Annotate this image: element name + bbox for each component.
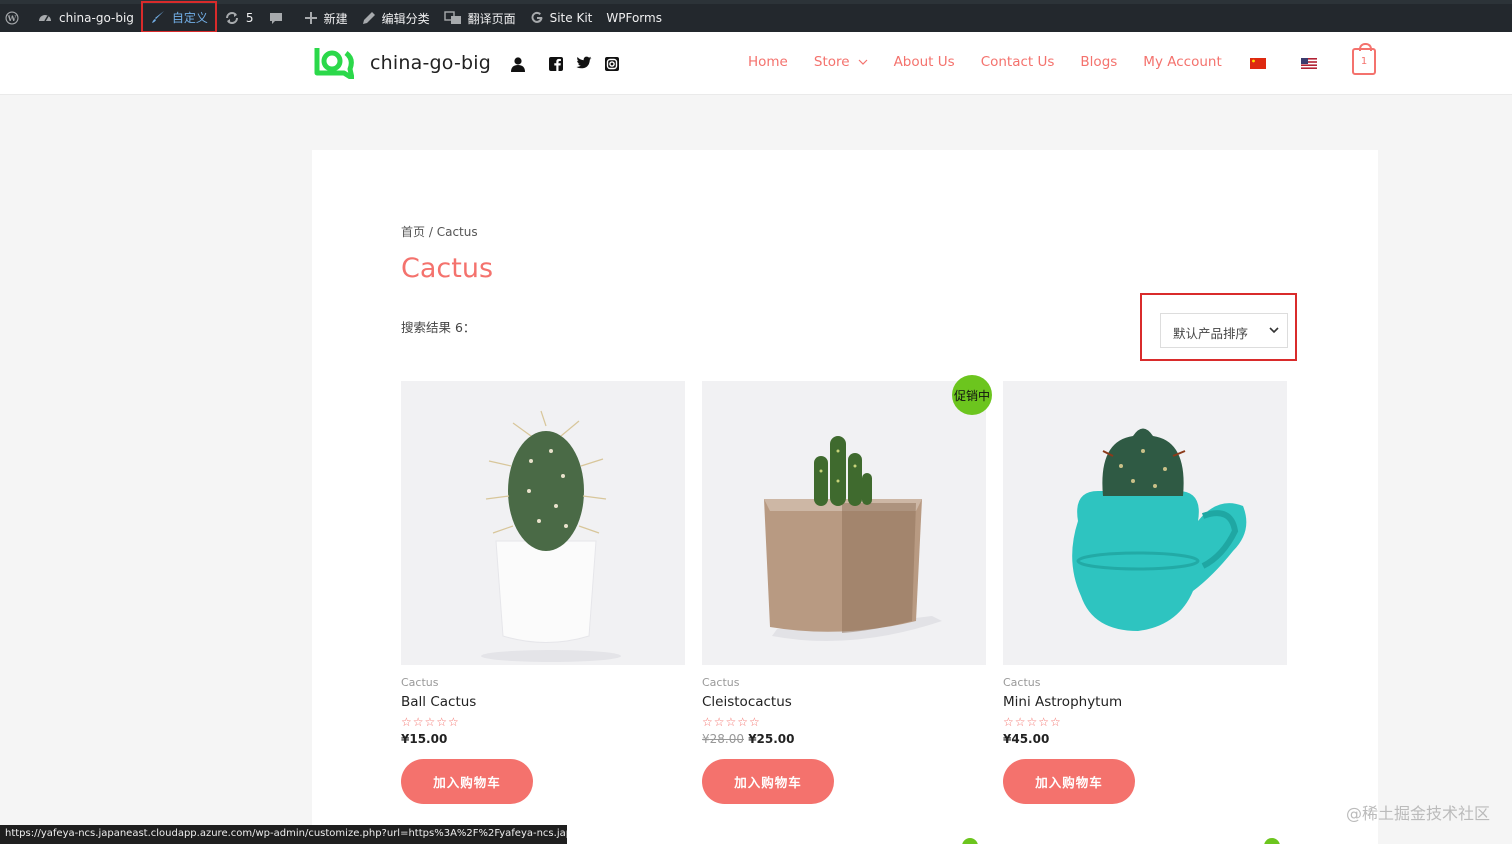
admin-updates-count: 5 xyxy=(245,11,254,25)
admin-customize-link[interactable]: 自定义 xyxy=(140,1,217,33)
translate-icon xyxy=(443,11,461,24)
pencil-icon xyxy=(362,12,375,24)
twitter-icon[interactable] xyxy=(576,56,592,70)
admin-new-label: 新建 xyxy=(323,11,348,26)
chevron-down-icon xyxy=(858,59,867,65)
chevron-down-icon xyxy=(1269,327,1279,334)
dashboard-icon xyxy=(39,15,51,22)
product-category[interactable]: Cactus xyxy=(1003,676,1287,689)
nav-home[interactable]: Home xyxy=(748,54,788,70)
add-to-cart-button[interactable]: 加入购物车 xyxy=(702,759,834,804)
admin-customize-label: 自定义 xyxy=(171,10,208,25)
admin-edit-category-link[interactable]: 编辑分类 xyxy=(355,4,437,32)
site-title[interactable]: china-go-big xyxy=(370,52,491,74)
china-flag-icon[interactable] xyxy=(1250,58,1266,69)
breadcrumb-current: Cactus xyxy=(436,225,478,239)
watermark: @稀土掘金技术社区 xyxy=(1345,804,1490,823)
admin-bar: W china-go-big 自定义 5 新建 编辑分类 翻译页面 Site K… xyxy=(0,0,1512,33)
site-logo[interactable] xyxy=(314,45,354,79)
nav-my-account[interactable]: My Account xyxy=(1143,54,1221,70)
product-card: Cactus Cleistocactus ☆☆☆☆☆ ¥28.00 ¥25.00… xyxy=(702,381,986,804)
wordpress-logo-icon[interactable]: W xyxy=(0,4,30,32)
admin-wpforms-label: WPForms xyxy=(606,11,662,25)
admin-site-label: china-go-big xyxy=(59,11,134,25)
product-name[interactable]: Mini Astrophytum xyxy=(1003,694,1287,710)
product-name[interactable]: Ball Cactus xyxy=(401,694,685,710)
cart-button[interactable]: 1 xyxy=(1352,43,1376,75)
breadcrumb-separator: / xyxy=(428,225,433,239)
product-image[interactable] xyxy=(702,381,986,665)
svg-text:W: W xyxy=(7,14,17,23)
product-name[interactable]: Cleistocactus xyxy=(702,694,986,710)
admin-edit-category-label: 编辑分类 xyxy=(381,11,430,26)
admin-site-link[interactable]: china-go-big xyxy=(30,4,141,32)
product-card: Cactus Ball Cactus ☆☆☆☆☆ ¥15.00 加入购物车 xyxy=(401,381,685,804)
browser-status-bar: https://yafeya-ncs.japaneast.cloudapp.az… xyxy=(0,825,567,844)
price-current: ¥45.00 xyxy=(1003,732,1050,746)
result-count: 搜索结果 6： xyxy=(401,320,476,335)
breadcrumb-home[interactable]: 首页 xyxy=(401,225,425,239)
nav-store[interactable]: Store xyxy=(814,54,868,70)
product-category[interactable]: Cactus xyxy=(401,676,685,689)
admin-comments-link[interactable] xyxy=(261,4,297,32)
product-price: ¥45.00 xyxy=(1003,732,1287,746)
price-original: ¥28.00 xyxy=(702,732,744,746)
product-rating: ☆☆☆☆☆ xyxy=(702,715,761,729)
plus-icon xyxy=(304,12,317,24)
user-icon[interactable] xyxy=(510,56,526,72)
nav-contact[interactable]: Contact Us xyxy=(981,54,1055,70)
nav-store-label: Store xyxy=(813,54,850,70)
refresh-icon xyxy=(225,12,238,24)
main-content: 首页 / Cactus Cactus 搜索结果 6： 默认产品排序 Cactus… xyxy=(312,150,1378,844)
comment-icon xyxy=(269,13,282,24)
product-image[interactable] xyxy=(1003,381,1287,665)
nav-blogs[interactable]: Blogs xyxy=(1080,54,1117,70)
cart-count: 1 xyxy=(1360,56,1368,67)
site-header: china-go-big Home Store About Us Contact… xyxy=(0,32,1512,95)
page-title: Cactus xyxy=(401,253,494,284)
instagram-icon[interactable] xyxy=(604,56,620,72)
brush-icon xyxy=(151,11,164,23)
product-rating: ☆☆☆☆☆ xyxy=(401,715,460,729)
admin-sitekit-label: Site Kit xyxy=(549,11,593,25)
product-price: ¥28.00 ¥25.00 xyxy=(702,732,986,746)
social-icons xyxy=(510,56,620,72)
add-to-cart-button[interactable]: 加入购物车 xyxy=(401,759,533,804)
admin-updates-link[interactable]: 5 xyxy=(217,4,261,32)
product-card: Cactus Mini Astrophytum ☆☆☆☆☆ ¥45.00 加入购… xyxy=(1003,381,1287,804)
price-current: ¥15.00 xyxy=(401,732,448,746)
sort-select[interactable]: 默认产品排序 xyxy=(1160,313,1288,348)
admin-new-link[interactable]: 新建 xyxy=(297,4,355,32)
admin-translate-link[interactable]: 翻译页面 xyxy=(437,4,523,32)
main-nav: Home Store About Us Contact Us Blogs My … xyxy=(748,54,1248,70)
facebook-icon[interactable] xyxy=(548,56,564,72)
admin-translate-label: 翻译页面 xyxy=(467,11,516,26)
breadcrumb: 首页 / Cactus xyxy=(401,223,478,240)
google-g-icon xyxy=(531,11,543,23)
product-price: ¥15.00 xyxy=(401,732,685,746)
sort-selected-label: 默认产品排序 xyxy=(1173,326,1249,341)
product-image[interactable] xyxy=(401,381,685,665)
add-to-cart-button[interactable]: 加入购物车 xyxy=(1003,759,1135,804)
sale-badge: 促销中 xyxy=(952,375,992,415)
nav-about[interactable]: About Us xyxy=(894,54,955,70)
price-current: ¥25.00 xyxy=(748,732,795,746)
admin-wpforms-link[interactable]: WPForms xyxy=(599,4,669,32)
product-rating: ☆☆☆☆☆ xyxy=(1003,715,1062,729)
product-category[interactable]: Cactus xyxy=(702,676,986,689)
admin-sitekit-link[interactable]: Site Kit xyxy=(523,4,600,32)
us-flag-icon[interactable] xyxy=(1301,58,1317,69)
